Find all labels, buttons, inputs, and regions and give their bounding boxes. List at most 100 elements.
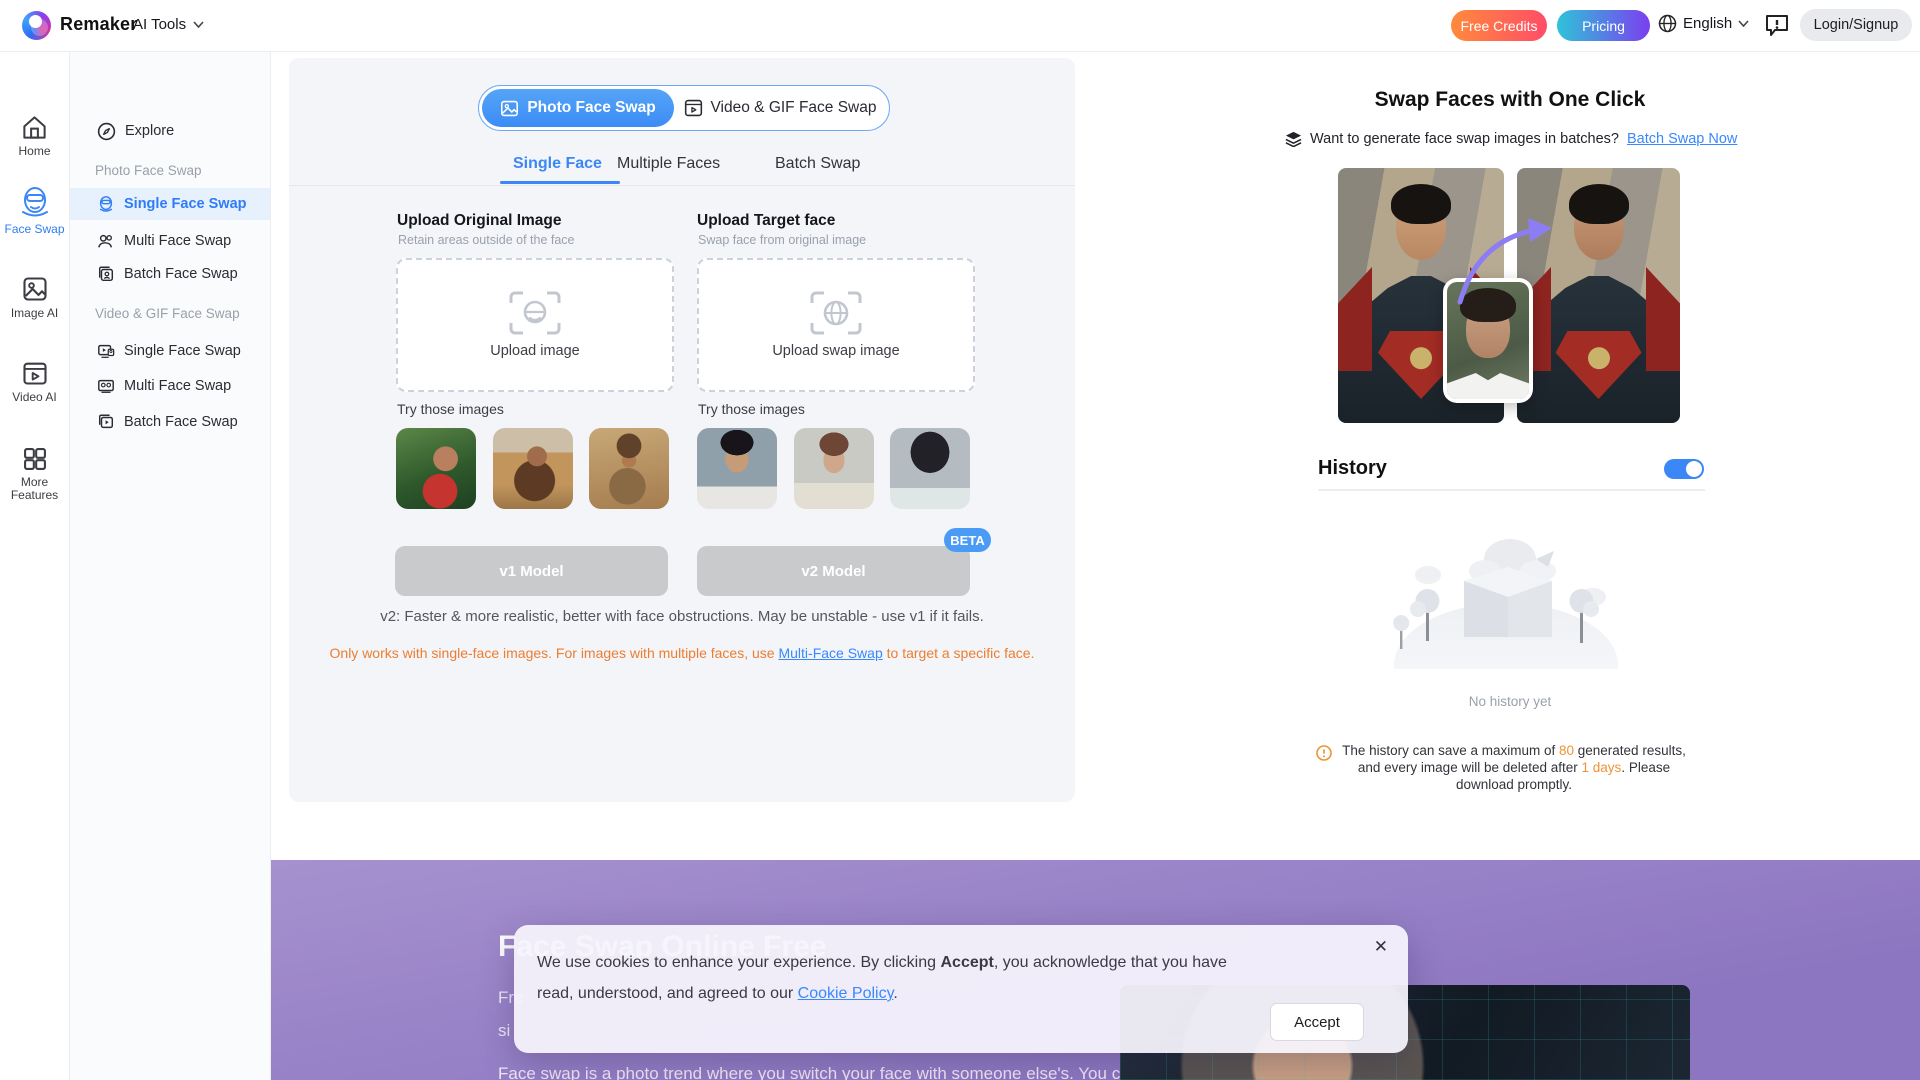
try-images-original-label: Try those images [397,401,504,417]
video-gif-face-swap-toggle[interactable]: Video & GIF Face Swap [674,99,886,117]
login-signup-button[interactable]: Login/Signup [1800,9,1912,41]
upload-target-title: Upload Target face [697,212,835,230]
tab-batch-swap[interactable]: Batch Swap [775,155,860,173]
grid-icon [21,445,49,473]
sidebar-item-video-multi-face-swap[interactable]: Multi Face Swap [69,370,270,402]
rail-item-image-ai[interactable]: Image AI [0,275,69,320]
video-single-face-icon [97,342,115,360]
sample-image-original-1[interactable] [396,428,476,509]
language-label: English [1683,15,1732,32]
hero-paragraph-line: Face swap is a photo trend where you swi… [498,1064,1139,1080]
v2-note: v2: Faster & more realistic, better with… [289,608,1075,625]
history-toggle[interactable] [1664,459,1704,479]
video-batch-icon [97,413,115,431]
video-clapper-icon [21,359,49,387]
tab-multiple-faces[interactable]: Multiple Faces [617,155,720,173]
hero-paragraph-fragment-2: si [498,1021,510,1041]
upload-original-label: Upload image [490,343,579,359]
face-swap-icon [17,185,53,219]
sidebar-item-video-single-face-swap[interactable]: Single Face Swap [69,335,270,367]
app-root: Remaker AI Tools Free Credits Pricing En… [0,0,1920,1080]
upload-original-title: Upload Original Image [397,212,562,230]
multi-face-swap-link[interactable]: Multi-Face Swap [778,645,882,661]
rail-item-face-swap[interactable]: Face Swap [0,185,69,236]
cookie-banner: We use cookies to enhance your experienc… [514,925,1408,1053]
upload-target-label: Upload swap image [772,343,899,359]
v2-model-button[interactable]: v2 Model [697,546,970,596]
batch-swap-now-link[interactable]: Batch Swap Now [1627,131,1737,147]
right-panel-title: Swap Faces with One Click [1315,88,1705,112]
rail-item-home[interactable]: Home [0,114,69,158]
language-selector[interactable]: English [1658,14,1749,33]
sidebar-item-multi-face-swap[interactable]: Multi Face Swap [69,225,270,257]
feedback-bubble-icon [1764,12,1790,38]
info-icon [1316,744,1332,762]
sample-image-original-2[interactable] [493,428,573,509]
v1-model-button[interactable]: v1 Model [395,546,668,596]
top-navbar: Remaker AI Tools Free Credits Pricing En… [0,0,1920,52]
ai-tools-dropdown[interactable]: AI Tools [133,16,204,33]
swap-globe-icon [810,291,862,335]
upload-original-dropzone[interactable]: Upload image [396,258,674,392]
brand-name: Remaker [60,14,137,35]
chevron-down-icon [193,21,204,28]
tab-single-face[interactable]: Single Face [513,155,602,173]
free-credits-button[interactable]: Free Credits [1451,10,1547,41]
close-icon[interactable]: ✕ [1374,937,1388,957]
section-label-video-gif-face-swap: Video & GIF Face Swap [95,306,240,321]
beta-badge: BETA [944,528,991,552]
swap-arrow-icon [1440,210,1570,305]
secondary-sidebar: Explore Photo Face Swap Single Face Swap… [69,51,271,1080]
mode-toggle: Photo Face Swap Video & GIF Face Swap [478,85,890,131]
compass-icon [97,122,116,141]
icon-rail: Home Face Swap Image AI [0,51,70,1080]
try-images-target-label: Try those images [698,401,805,417]
globe-icon [1658,14,1677,33]
chevron-down-icon [1738,20,1749,27]
cookie-text: We use cookies to enhance your experienc… [537,947,1237,1009]
layers-icon [1285,131,1302,147]
history-max-count: 80 [1559,743,1574,758]
pricing-button[interactable]: Pricing [1557,10,1650,41]
empty-history-illustration [1388,497,1624,669]
cookie-policy-link[interactable]: Cookie Policy [798,985,894,1002]
sample-image-target-3[interactable] [890,428,970,509]
tabs-divider [289,185,1075,186]
image-icon [21,275,49,303]
home-icon [21,114,48,141]
rail-item-video-ai[interactable]: Video AI [0,359,69,404]
accept-cookies-button[interactable]: Accept [1270,1003,1364,1041]
history-title: History [1318,457,1387,480]
scan-face-icon [509,291,561,335]
rail-item-more-features[interactable]: More Features [0,445,69,502]
video-multi-face-icon [97,377,115,395]
single-face-swap-icon [97,195,115,213]
upload-target-subtitle: Swap face from original image [698,233,866,247]
feedback-button[interactable] [1764,12,1790,38]
photo-icon [500,100,519,117]
batch-prompt-text: Want to generate face swap images in bat… [1310,131,1619,147]
batch-prompt-row: Want to generate face swap images in bat… [1285,131,1737,147]
batch-stack-icon [97,265,115,283]
sample-image-target-1[interactable] [697,428,777,509]
active-tab-underline [500,181,620,184]
history-note: The history can save a maximum of 80 gen… [1338,742,1690,793]
multi-people-icon [97,232,115,250]
upload-target-dropzone[interactable]: Upload swap image [697,258,975,392]
history-divider [1318,489,1705,491]
video-icon [684,99,703,117]
section-label-photo-face-swap: Photo Face Swap [95,163,202,178]
upload-original-subtitle: Retain areas outside of the face [398,233,575,247]
sample-image-target-2[interactable] [794,428,874,509]
photo-face-swap-toggle[interactable]: Photo Face Swap [482,89,674,127]
ai-tools-label: AI Tools [133,16,186,33]
history-retention: 1 days [1582,760,1622,775]
single-face-warning: Only works with single-face images. For … [289,645,1075,661]
no-history-text: No history yet [1315,694,1705,709]
sidebar-item-batch-face-swap[interactable]: Batch Face Swap [69,258,270,290]
sidebar-item-single-face-swap[interactable]: Single Face Swap [69,188,270,220]
sidebar-item-video-batch-face-swap[interactable]: Batch Face Swap [69,406,270,438]
sample-image-original-3[interactable] [589,428,669,509]
sidebar-item-explore[interactable]: Explore [69,115,270,147]
remaker-logo-icon[interactable] [22,11,51,40]
